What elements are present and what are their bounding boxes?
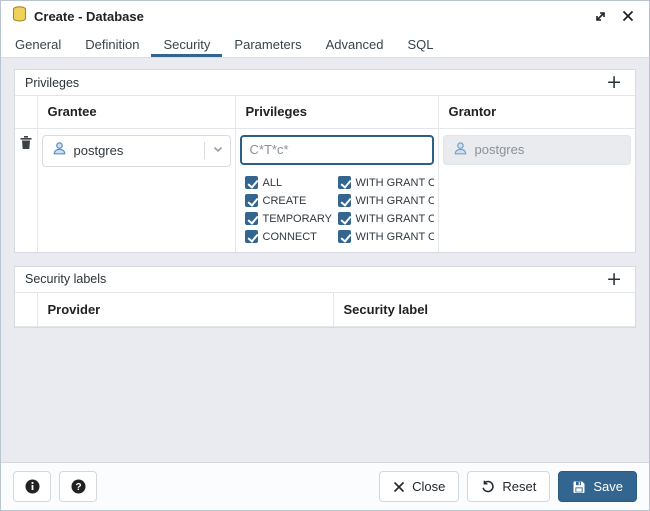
- svg-text:?: ?: [75, 482, 81, 493]
- connect-grant-label: WITH GRANT OPTION: [356, 231, 434, 243]
- all-checkbox[interactable]: [245, 176, 258, 189]
- provider-column-header: Provider: [37, 293, 333, 327]
- grantor-value: postgres: [475, 142, 525, 157]
- connect-label: CONNECT: [263, 231, 317, 243]
- chevron-down-icon: [212, 142, 224, 160]
- connect-checkbox[interactable]: [245, 230, 258, 243]
- x-icon: [393, 481, 405, 493]
- privileges-grid: Grantee Privileges Grantor: [15, 96, 635, 252]
- connect-grant-checkbox[interactable]: [338, 230, 351, 243]
- dialog-title: Create - Database: [34, 9, 144, 24]
- grantor-column-header: Grantor: [438, 96, 635, 128]
- dialog-tabs: General Definition Security Parameters A…: [1, 31, 649, 58]
- tab-parameters[interactable]: Parameters: [222, 31, 313, 57]
- grantee-select[interactable]: postgres: [42, 135, 231, 167]
- tab-general[interactable]: General: [3, 31, 73, 57]
- privilege-row: postgres: [15, 128, 635, 252]
- role-icon: [453, 141, 468, 159]
- save-button[interactable]: Save: [558, 471, 637, 502]
- flag-row-temporary: TEMPORARY WITH GRANT OPTION: [245, 210, 434, 228]
- flag-row-all: ALL WITH GRANT OPTION: [245, 174, 434, 192]
- tab-sql[interactable]: SQL: [395, 31, 445, 57]
- add-security-label-button[interactable]: +: [603, 270, 625, 289]
- tab-advanced[interactable]: Advanced: [314, 31, 396, 57]
- add-privilege-button[interactable]: +: [603, 73, 625, 92]
- security-labels-grid: Provider Security label: [15, 293, 635, 328]
- tab-definition[interactable]: Definition: [73, 31, 151, 57]
- role-icon: [52, 141, 67, 161]
- grantee-value: postgres: [74, 143, 197, 158]
- title-bar: Create - Database: [1, 1, 649, 31]
- temporary-label: TEMPORARY: [263, 213, 332, 225]
- create-grant-checkbox[interactable]: [338, 194, 351, 207]
- reset-icon: [481, 480, 495, 494]
- grantor-field: postgres: [443, 135, 632, 165]
- save-icon: [572, 480, 586, 494]
- util-column-header: [15, 96, 37, 128]
- reset-button[interactable]: Reset: [467, 471, 550, 502]
- dialog-footer: ? Close Reset Save: [1, 462, 649, 510]
- tab-security[interactable]: Security: [151, 31, 222, 57]
- security-label-column-header: Security label: [333, 293, 635, 327]
- util-column-header: [15, 293, 37, 327]
- help-button[interactable]: ?: [59, 471, 97, 502]
- create-label: CREATE: [263, 195, 307, 207]
- flag-row-create: CREATE WITH GRANT OPTION: [245, 192, 434, 210]
- privileges-column-header: Privileges: [235, 96, 438, 128]
- close-button[interactable]: Close: [379, 471, 459, 502]
- reset-button-label: Reset: [502, 479, 536, 494]
- flag-row-connect: CONNECT WITH GRANT OPTION: [245, 228, 434, 246]
- grantee-column-header: Grantee: [37, 96, 235, 128]
- security-labels-panel-title: Security labels: [25, 272, 106, 286]
- save-button-label: Save: [593, 479, 623, 494]
- security-tab-content: Privileges + Grantee Privileges Grantor: [1, 58, 649, 462]
- privileges-input[interactable]: [240, 135, 434, 165]
- database-icon: [11, 6, 28, 27]
- close-icon[interactable]: [617, 5, 639, 27]
- all-grant-label: WITH GRANT OPTION: [356, 177, 434, 189]
- privilege-flags: ALL WITH GRANT OPTION: [240, 174, 434, 246]
- info-button[interactable]: [13, 471, 51, 502]
- temporary-checkbox[interactable]: [245, 212, 258, 225]
- all-grant-checkbox[interactable]: [338, 176, 351, 189]
- delete-row-icon[interactable]: [19, 135, 33, 153]
- all-label: ALL: [263, 177, 283, 189]
- create-database-dialog: Create - Database General Definition Sec…: [0, 0, 650, 511]
- close-button-label: Close: [412, 479, 445, 494]
- security-labels-panel: Security labels + Provider Security labe…: [14, 266, 636, 329]
- temporary-grant-label: WITH GRANT OPTION: [356, 213, 434, 225]
- temporary-grant-checkbox[interactable]: [338, 212, 351, 225]
- expand-icon[interactable]: [589, 5, 611, 27]
- create-grant-label: WITH GRANT OPTION: [356, 195, 434, 207]
- privileges-panel-title: Privileges: [25, 76, 79, 90]
- privileges-panel: Privileges + Grantee Privileges Grantor: [14, 69, 636, 253]
- create-checkbox[interactable]: [245, 194, 258, 207]
